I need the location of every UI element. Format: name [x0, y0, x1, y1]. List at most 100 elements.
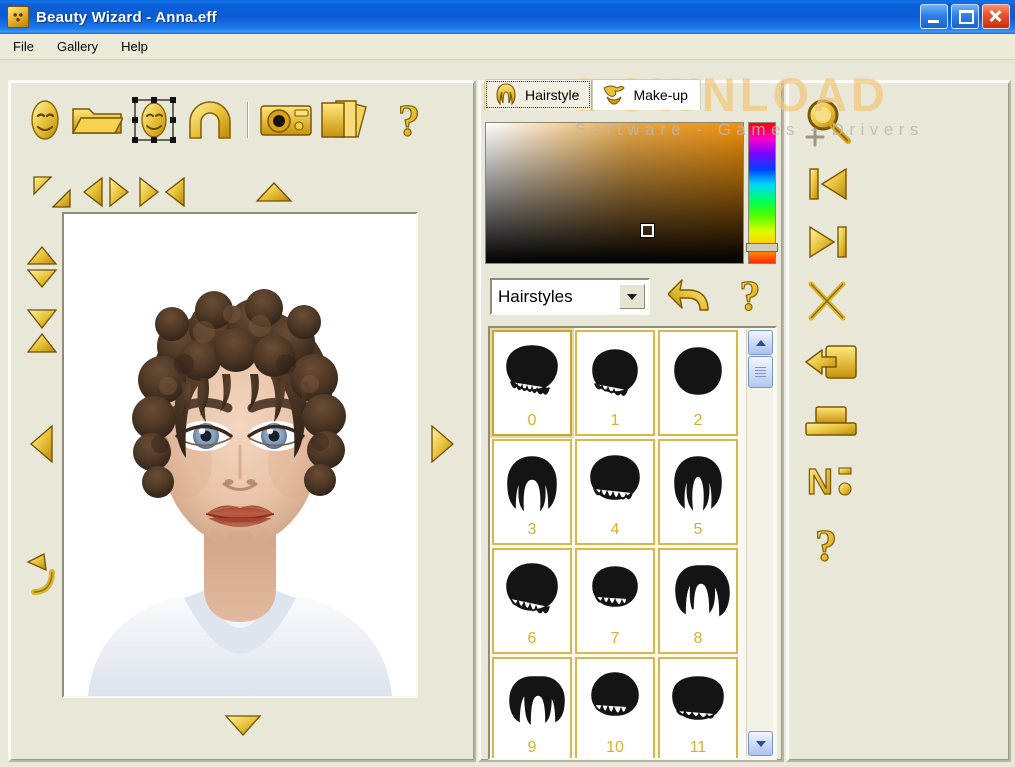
window-controls — [920, 4, 1010, 29]
menu-item-help[interactable]: Help — [111, 36, 158, 57]
svg-text:?: ? — [740, 274, 761, 318]
tab-makeup[interactable]: Make-up — [592, 79, 701, 110]
expand-horizontal-icon[interactable] — [78, 173, 134, 211]
thumbnail-number: 1 — [610, 412, 620, 429]
hairstyle-preview-icon — [507, 456, 557, 511]
numbering-icon[interactable]: N — [800, 458, 858, 504]
thumbnail-item[interactable]: 5 — [658, 439, 738, 545]
skip-to-end-icon[interactable] — [800, 220, 856, 264]
window-title: Beauty Wizard - Anna.eff — [36, 8, 217, 26]
print-icon[interactable] — [800, 400, 862, 444]
thumbnail-scrollbar[interactable] — [746, 330, 773, 756]
chevron-up-icon — [755, 339, 766, 346]
hairstyle-preview-icon — [506, 345, 558, 395]
thumbnail-item[interactable]: 9 — [492, 657, 572, 758]
thumbnail-item[interactable]: 4 — [575, 439, 655, 545]
thumbnail-item[interactable]: 7 — [575, 548, 655, 654]
thumbnail-number: 4 — [610, 521, 620, 538]
color-cursor[interactable] — [641, 224, 654, 237]
panel-tabs: Hairstyle Make-up — [484, 76, 701, 110]
app-face-icon — [7, 6, 29, 28]
portrait-canvas[interactable] — [62, 212, 418, 698]
hairstyle-icon — [493, 82, 519, 109]
title-bar: Beauty Wizard - Anna.eff — [0, 0, 1015, 35]
thumbnail-item[interactable]: 11 — [658, 657, 738, 758]
application-window: Beauty Wizard - Anna.eff File Gallery He… — [0, 0, 1015, 767]
cards-icon[interactable] — [315, 97, 373, 143]
tab-hairstyle-label: Hairstyle — [525, 87, 580, 103]
style-select-dropdown-button[interactable] — [619, 284, 645, 309]
scroll-down-button[interactable] — [748, 731, 773, 756]
hairstyle-preview-icon — [592, 349, 638, 396]
tab-hairstyle[interactable]: Hairstyle — [484, 79, 593, 110]
thumbnail-number: 3 — [527, 521, 537, 538]
arch-mask-icon[interactable] — [182, 97, 238, 143]
import-arrow-icon[interactable] — [800, 338, 862, 386]
transform-toolbar — [26, 170, 544, 212]
hairstyle-preview-icon — [675, 565, 730, 617]
hairstyle-preview-icon — [590, 455, 640, 500]
thumbnail-item[interactable]: 1 — [575, 330, 655, 436]
hairstyle-preview-icon — [509, 676, 565, 725]
close-button[interactable] — [982, 4, 1010, 29]
expand-vertical-icon[interactable] — [24, 245, 60, 294]
zoom-magnifier-icon[interactable] — [800, 96, 856, 148]
color-gradient-field[interactable] — [485, 122, 744, 264]
move-down-icon[interactable] — [222, 712, 264, 743]
thumbnail-grid: 0 1 2 3 4 5 6 7 8 9 10 11 — [492, 330, 742, 758]
thumbnail-number: 8 — [693, 630, 703, 647]
toolbar-separator — [247, 102, 248, 138]
thumbnail-item[interactable]: 10 — [575, 657, 655, 758]
scroll-grip-icon — [755, 367, 766, 377]
skew-diagonal-icon[interactable] — [26, 173, 78, 211]
thumbnail-item[interactable]: 0 — [492, 330, 572, 436]
portrait-image — [64, 214, 416, 696]
hairstyle-preview-icon — [592, 566, 638, 607]
makeup-icon — [601, 82, 627, 109]
thumbnail-item[interactable]: 8 — [658, 548, 738, 654]
main-toolbar: ? — [22, 92, 433, 148]
help-question-icon[interactable]: ? — [800, 518, 852, 570]
thumbnail-item[interactable]: 6 — [492, 548, 572, 654]
menu-item-gallery[interactable]: Gallery — [47, 36, 108, 57]
scroll-thumb[interactable] — [748, 356, 773, 388]
scroll-up-button[interactable] — [748, 330, 773, 355]
thumbnail-number: 6 — [527, 630, 537, 647]
thumbnail-item[interactable]: 3 — [492, 439, 572, 545]
maximize-button[interactable] — [951, 4, 979, 29]
hairstyle-preview-icon — [591, 672, 639, 716]
contract-horizontal-icon[interactable] — [134, 173, 190, 211]
thumbnail-number: 5 — [693, 521, 703, 538]
menu-item-file[interactable]: File — [3, 36, 44, 57]
thumbnail-number: 11 — [689, 739, 707, 756]
move-right-icon[interactable] — [428, 423, 456, 470]
skip-to-start-icon[interactable] — [800, 162, 856, 206]
thumbnail-number: 7 — [610, 630, 620, 647]
help-question-icon[interactable]: ? — [730, 272, 770, 323]
face-select-icon[interactable] — [126, 95, 182, 145]
menu-bar: File Gallery Help — [0, 34, 1015, 60]
minimize-button[interactable] — [920, 4, 948, 29]
chevron-down-icon — [627, 293, 637, 300]
contract-vertical-icon[interactable] — [24, 308, 60, 359]
move-up-icon[interactable] — [236, 173, 312, 211]
move-left-icon[interactable] — [28, 423, 56, 470]
style-select[interactable]: Hairstyles — [490, 278, 650, 315]
undo-icon[interactable] — [667, 276, 720, 321]
new-face-icon[interactable] — [22, 97, 68, 143]
hue-slider-handle[interactable] — [746, 243, 778, 252]
thumbnail-item[interactable]: 2 — [658, 330, 738, 436]
right-toolbar: N ? — [800, 96, 870, 584]
cut-scissors-icon[interactable] — [800, 278, 856, 324]
rotate-icon[interactable] — [26, 548, 60, 601]
hairstyle-preview-icon — [672, 676, 724, 720]
help-question-icon[interactable]: ? — [385, 95, 433, 145]
thumbnail-number: 10 — [606, 739, 624, 756]
thumbnail-number: 9 — [527, 739, 537, 756]
hairstyle-thumbnail-list[interactable]: 0 1 2 3 4 5 6 7 8 9 10 11 — [488, 326, 777, 760]
open-folder-icon[interactable] — [68, 97, 126, 143]
svg-text:?: ? — [398, 97, 420, 143]
camera-icon[interactable] — [257, 97, 315, 143]
hairstyle-preview-icon — [674, 347, 722, 395]
thumbnail-number: 0 — [527, 412, 537, 429]
